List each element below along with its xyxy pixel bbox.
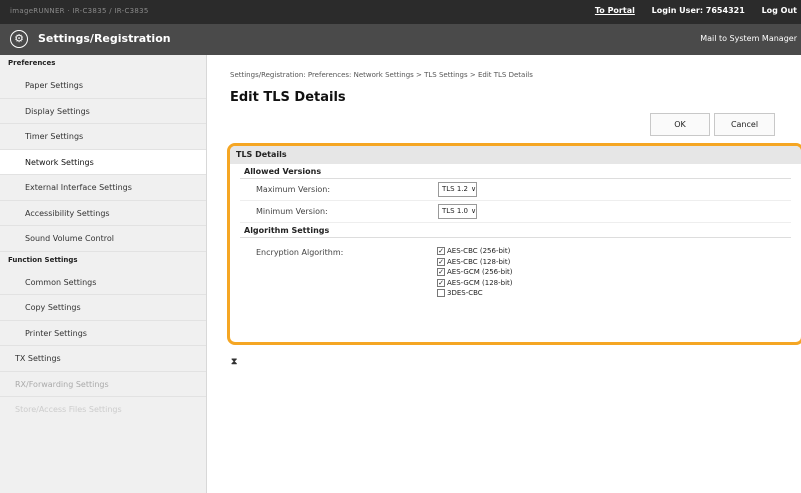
top-bar: imageRUNNER · IR-C3835 / IR-C3835 To Por…	[0, 0, 801, 24]
algorithm-option[interactable]: ✓ AES-CBC (128-bit)	[437, 257, 513, 268]
checkbox[interactable]	[437, 289, 445, 297]
sidebar-item-common-settings[interactable]: Common Settings	[0, 270, 206, 295]
checkbox[interactable]: ✓	[437, 278, 445, 287]
sidebar: Preferences Paper Settings Display Setti…	[0, 55, 207, 493]
allowed-versions-heading: Allowed Versions	[240, 164, 791, 179]
sidebar-item-rx-forwarding-settings[interactable]: RX/Forwarding Settings	[0, 372, 206, 397]
cancel-button[interactable]: Cancel	[714, 113, 775, 136]
min-version-value: TLS 1.0	[442, 207, 468, 215]
max-version-label: Maximum Version:	[256, 185, 331, 194]
to-portal-link[interactable]: To Portal	[595, 6, 635, 15]
algorithm-option[interactable]: ✓ AES-GCM (128-bit)	[437, 278, 513, 289]
algorithm-label: AES-GCM (128-bit)	[447, 278, 513, 287]
back-to-top-icon[interactable]: ⧗	[231, 357, 237, 367]
checkbox[interactable]: ✓	[437, 257, 445, 266]
device-name: imageRUNNER · IR-C3835 / IR-C3835	[10, 7, 149, 15]
checkbox[interactable]: ✓	[437, 247, 445, 255]
algorithm-option[interactable]: 3DES-CBC	[437, 288, 513, 299]
encryption-algorithm-label: Encryption Algorithm:	[256, 248, 344, 257]
title-bar: ⚙ Settings/Registration Mail to System M…	[0, 24, 801, 55]
sidebar-item-timer-settings[interactable]: Timer Settings	[0, 124, 206, 150]
min-version-row: Minimum Version: TLS 1.0 ∨	[240, 201, 791, 223]
encryption-algorithm-row: Encryption Algorithm: ✓ AES-CBC (256-bit)…	[240, 238, 791, 322]
breadcrumb: Settings/Registration: Preferences: Netw…	[230, 71, 533, 79]
max-version-value: TLS 1.2	[442, 185, 468, 193]
min-version-select[interactable]: TLS 1.0 ∨	[438, 204, 478, 219]
sidebar-item-network-settings[interactable]: Network Settings	[0, 149, 206, 175]
algorithm-label: AES-CBC (128-bit)	[447, 257, 511, 266]
sidebar-item-external-interface-settings[interactable]: External Interface Settings	[0, 175, 206, 201]
main-content: Settings/Registration: Preferences: Netw…	[207, 55, 801, 493]
sidebar-heading-function-settings: Function Settings	[8, 255, 78, 264]
algorithm-checkbox-list: ✓ AES-CBC (256-bit) ✓ AES-CBC (128-bit) ✓ A…	[437, 246, 513, 299]
checkbox[interactable]: ✓	[437, 268, 445, 276]
algorithm-label: 3DES-CBC	[447, 289, 483, 297]
sidebar-item-tx-settings[interactable]: TX Settings	[0, 346, 206, 372]
sidebar-item-copy-settings[interactable]: Copy Settings	[0, 295, 206, 321]
login-user-text: Login User: 7654321	[651, 6, 745, 15]
chevron-down-icon: ∨	[470, 185, 477, 193]
top-links: To Portal Login User: 7654321 Log Out	[581, 6, 797, 15]
algorithm-option[interactable]: ✓ AES-GCM (256-bit)	[437, 267, 513, 278]
sidebar-item-paper-settings[interactable]: Paper Settings	[0, 73, 206, 99]
ok-button[interactable]: OK	[650, 113, 710, 136]
settings-gear-icon: ⚙	[10, 30, 28, 48]
sidebar-item-accessibility-settings[interactable]: Accessibility Settings	[0, 201, 206, 226]
max-version-row: Maximum Version: TLS 1.2 ∨	[240, 179, 791, 201]
algorithm-label: AES-GCM (256-bit)	[447, 268, 513, 276]
mail-to-system-manager-link[interactable]: Mail to System Manager	[700, 34, 797, 43]
min-version-label: Minimum Version:	[256, 207, 328, 216]
app-title: Settings/Registration	[38, 32, 171, 45]
algorithm-option[interactable]: ✓ AES-CBC (256-bit)	[437, 246, 513, 257]
max-version-select[interactable]: TLS 1.2 ∨	[438, 182, 478, 197]
page-title: Edit TLS Details	[230, 90, 346, 105]
sidebar-heading-preferences: Preferences	[8, 59, 56, 67]
log-out-link[interactable]: Log Out	[762, 6, 797, 15]
sidebar-item-store-access-files-settings[interactable]: Store/Access Files Settings	[0, 397, 206, 423]
chevron-down-icon: ∨	[470, 207, 477, 215]
algorithm-settings-heading: Algorithm Settings	[240, 223, 791, 238]
sidebar-item-display-settings[interactable]: Display Settings	[0, 99, 206, 124]
tls-details-panel: TLS Details Allowed Versions Maximum Ver…	[227, 143, 801, 345]
sidebar-item-printer-settings[interactable]: Printer Settings	[0, 321, 206, 346]
panel-title: TLS Details	[230, 146, 801, 164]
sidebar-item-sound-volume-control[interactable]: Sound Volume Control	[0, 226, 206, 252]
algorithm-label: AES-CBC (256-bit)	[447, 247, 511, 255]
